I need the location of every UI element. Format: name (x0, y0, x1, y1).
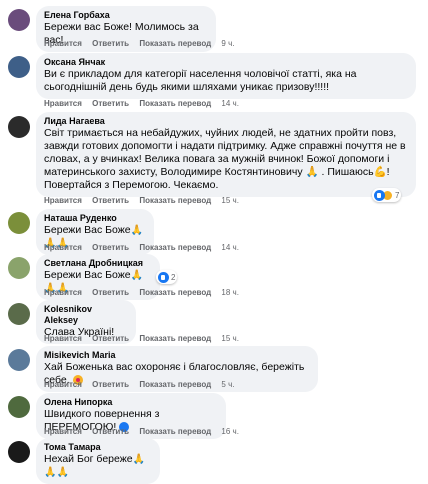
reply-link[interactable]: Ответить (92, 334, 129, 343)
avatar[interactable] (8, 212, 30, 234)
comment-time[interactable]: 15 ч. (221, 334, 239, 343)
comment-bubble: Лида Нагаева Світ тримається на небайдуж… (36, 112, 416, 197)
comment-author[interactable]: Олена Нипорка (44, 397, 218, 408)
translate-link[interactable]: Показать перевод (139, 334, 211, 343)
comment-time[interactable]: 14 ч. (221, 243, 239, 252)
comment-actions: Нравится Ответить Показать перевод 14 ч. (44, 99, 247, 109)
translate-link[interactable]: Показать перевод (139, 288, 211, 297)
reply-link[interactable]: Ответить (92, 39, 129, 48)
comment-author[interactable]: Misikevich Maria (44, 350, 310, 361)
avatar[interactable] (8, 396, 30, 418)
avatar[interactable] (8, 116, 30, 138)
comment-author[interactable]: Kolesnikov Aleksey (44, 304, 128, 326)
comment-author[interactable]: Лида Нагаева (44, 116, 408, 127)
translate-link[interactable]: Показать перевод (139, 196, 211, 205)
avatar[interactable] (8, 257, 30, 279)
reaction-count: 2 (171, 272, 176, 282)
reaction-count: 7 (395, 190, 400, 200)
translate-link[interactable]: Показать перевод (139, 99, 211, 108)
like-link[interactable]: Нравится (44, 39, 82, 48)
like-reaction-icon (374, 189, 385, 201)
reply-link[interactable]: Ответить (92, 196, 129, 205)
like-link[interactable]: Нравится (44, 99, 82, 108)
like-reaction-icon (158, 271, 169, 283)
like-link[interactable]: Нравится (44, 243, 82, 252)
avatar[interactable] (8, 349, 30, 371)
comment-author[interactable]: Оксана Янчак (44, 57, 408, 68)
comment-actions: Нравится Ответить Показать перевод 15 ч. (44, 196, 247, 206)
reply-link[interactable]: Ответить (92, 99, 129, 108)
comment-author[interactable]: Елена Горбаха (44, 10, 208, 21)
comment-time[interactable]: 5 ч. (221, 380, 234, 389)
like-link[interactable]: Нравится (44, 334, 82, 343)
comment-author[interactable]: Светлана Дробницкая (44, 258, 152, 269)
comment-text-body: Нехай Бог береже (44, 453, 133, 465)
reply-link[interactable]: Ответить (92, 427, 129, 436)
comment-time[interactable]: 18 ч. (221, 288, 239, 297)
like-link[interactable]: Нравится (44, 380, 82, 389)
reaction-summary[interactable]: 2 (156, 270, 178, 284)
translate-link[interactable]: Показать перевод (139, 243, 211, 252)
avatar[interactable] (8, 56, 30, 78)
reaction-summary[interactable]: 7 (372, 188, 402, 202)
translate-link[interactable]: Показать перевод (139, 380, 211, 389)
like-link[interactable]: Нравится (44, 427, 82, 436)
comment-text-body: Бережи Вас Боже (44, 224, 131, 236)
like-link[interactable]: Нравится (44, 196, 82, 205)
comment-text: Нехай Бог береже🙏🙏🙏 (44, 453, 152, 479)
avatar[interactable] (8, 441, 30, 463)
comment-time[interactable]: 15 ч. (221, 196, 239, 205)
comment-time[interactable]: 9 ч. (221, 39, 234, 48)
translate-link[interactable]: Показать перевод (139, 39, 211, 48)
reply-link[interactable]: Ответить (92, 288, 129, 297)
comment-actions: Нравится Ответить Показать перевод 18 ч. (44, 288, 247, 298)
comment-text: Ви є прикладом для категорії населення ч… (44, 68, 357, 93)
translate-link[interactable]: Показать перевод (139, 427, 211, 436)
comment-actions: Нравится Ответить Показать перевод 14 ч. (44, 243, 247, 253)
comment-bubble: Оксана Янчак Ви є прикладом для категорі… (36, 53, 416, 99)
like-link[interactable]: Нравится (44, 288, 82, 297)
comment-actions: Нравится Ответить Показать перевод 16 ч. (44, 427, 247, 437)
avatar[interactable] (8, 303, 30, 325)
comment-author[interactable]: Тома Тамара (44, 442, 152, 453)
avatar[interactable] (8, 9, 30, 31)
reply-link[interactable]: Ответить (92, 380, 129, 389)
comment-bubble: Тома Тамара Нехай Бог береже🙏🙏🙏 (36, 438, 160, 484)
comment-actions: Нравится Ответить Показать перевод 5 ч. (44, 380, 242, 390)
comment-actions: Нравится Ответить Показать перевод 9 ч. (44, 39, 242, 49)
comment-time[interactable]: 14 ч. (221, 99, 239, 108)
comment-author[interactable]: Наташа Руденко (44, 213, 146, 224)
reply-link[interactable]: Ответить (92, 243, 129, 252)
comment-time[interactable]: 16 ч. (221, 427, 239, 436)
comment-actions: Нравится Ответить Показать перевод 15 ч. (44, 334, 247, 344)
comment-text-body: Бережи Вас Боже (44, 269, 131, 281)
comment-text: Світ тримається на небайдужих, чуйних лю… (44, 127, 406, 191)
